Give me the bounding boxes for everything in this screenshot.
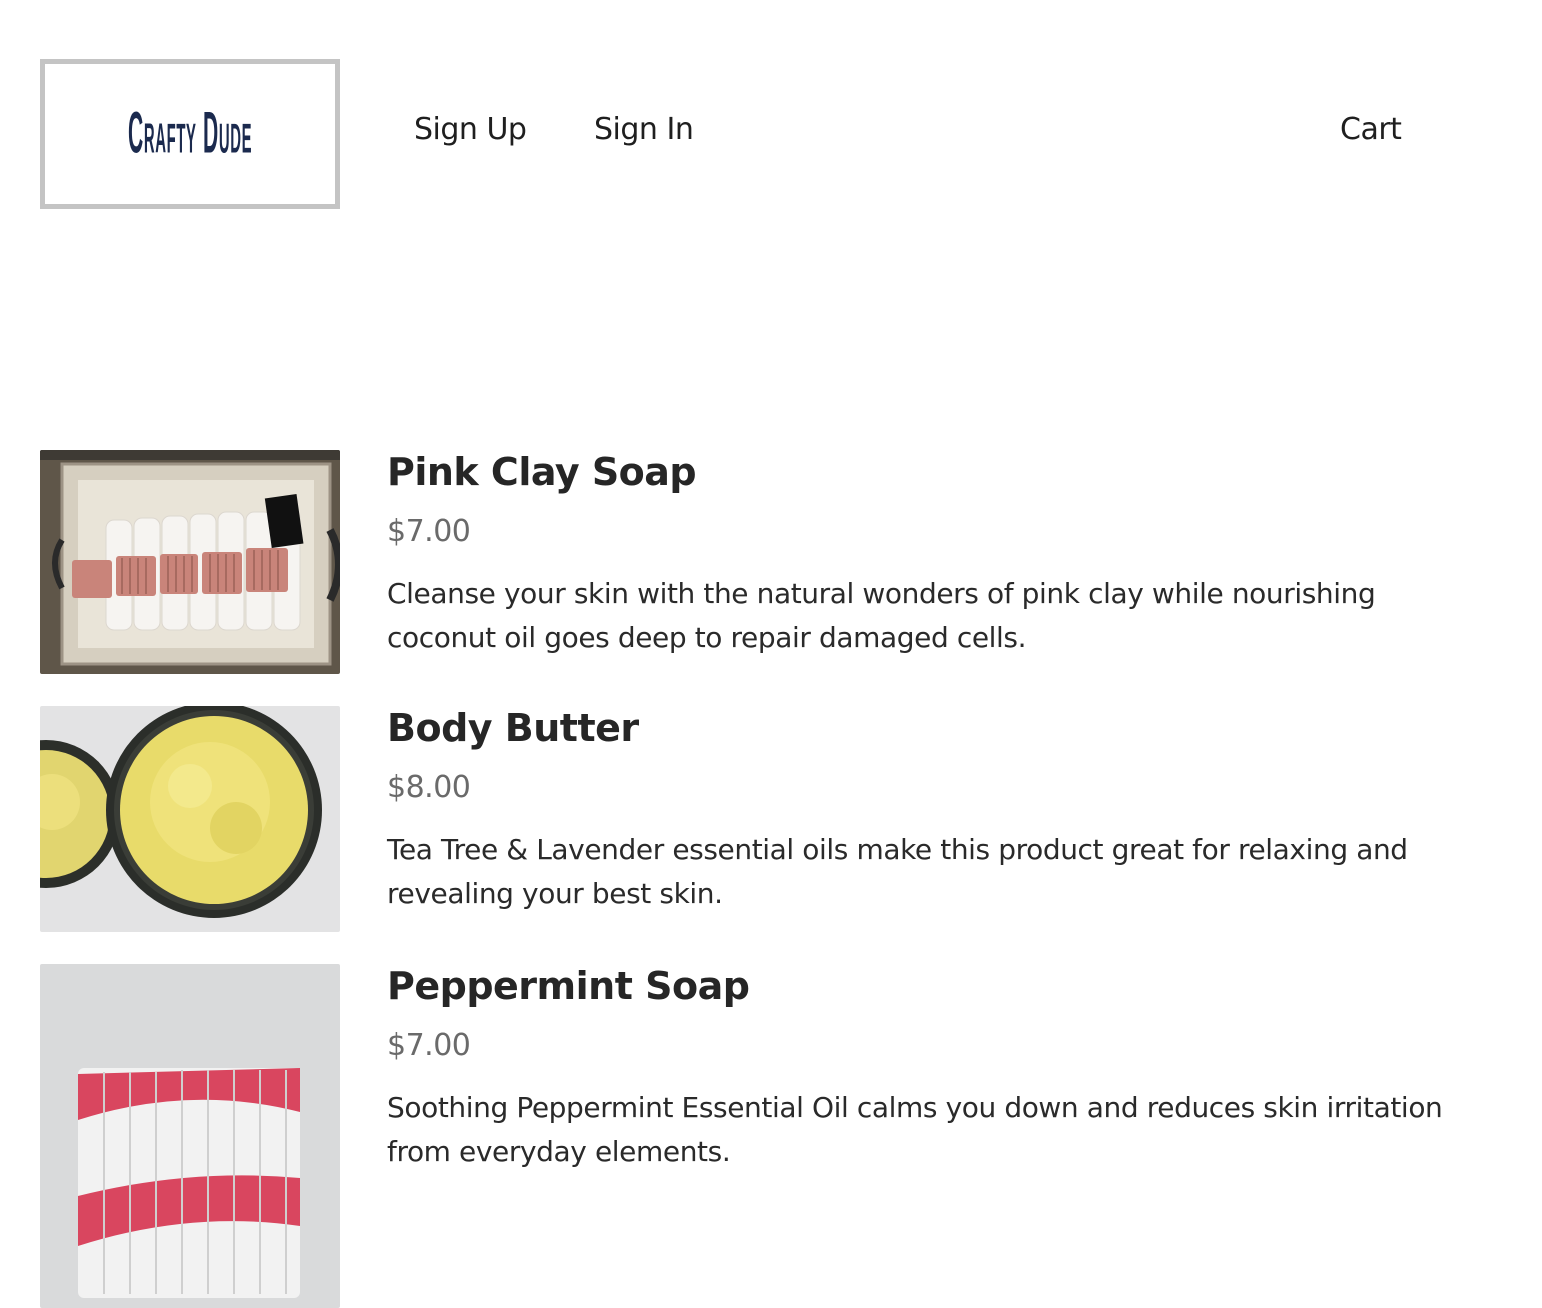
logo-link[interactable]: Crafty Dude [40, 59, 340, 209]
logo-text: Crafty Dude [127, 100, 253, 166]
product-description: Soothing Peppermint Essential Oil calms … [387, 1091, 1443, 1168]
product-title[interactable]: Body Butter [387, 706, 639, 750]
product-price: $8.00 [387, 770, 471, 805]
product-image-peppermint-soap[interactable] [40, 964, 340, 1308]
product-description: Cleanse your skin with the natural wonde… [387, 577, 1376, 654]
product-title[interactable]: Pink Clay Soap [387, 450, 697, 494]
page: Crafty Dude Sign Up Sign In Cart Pink Cl… [0, 0, 1542, 1308]
product-price: $7.00 [387, 1028, 471, 1063]
product-description: Tea Tree & Lavender essential oils make … [387, 833, 1408, 910]
product-image-body-butter[interactable] [40, 706, 340, 932]
sign-in-link[interactable]: Sign In [594, 112, 694, 147]
product-title[interactable]: Peppermint Soap [387, 964, 750, 1008]
product-price: $7.00 [387, 514, 471, 549]
product-image-pink-clay-soap[interactable] [40, 450, 340, 674]
sign-up-link[interactable]: Sign Up [414, 112, 527, 147]
cart-link[interactable]: Cart [1340, 112, 1402, 147]
